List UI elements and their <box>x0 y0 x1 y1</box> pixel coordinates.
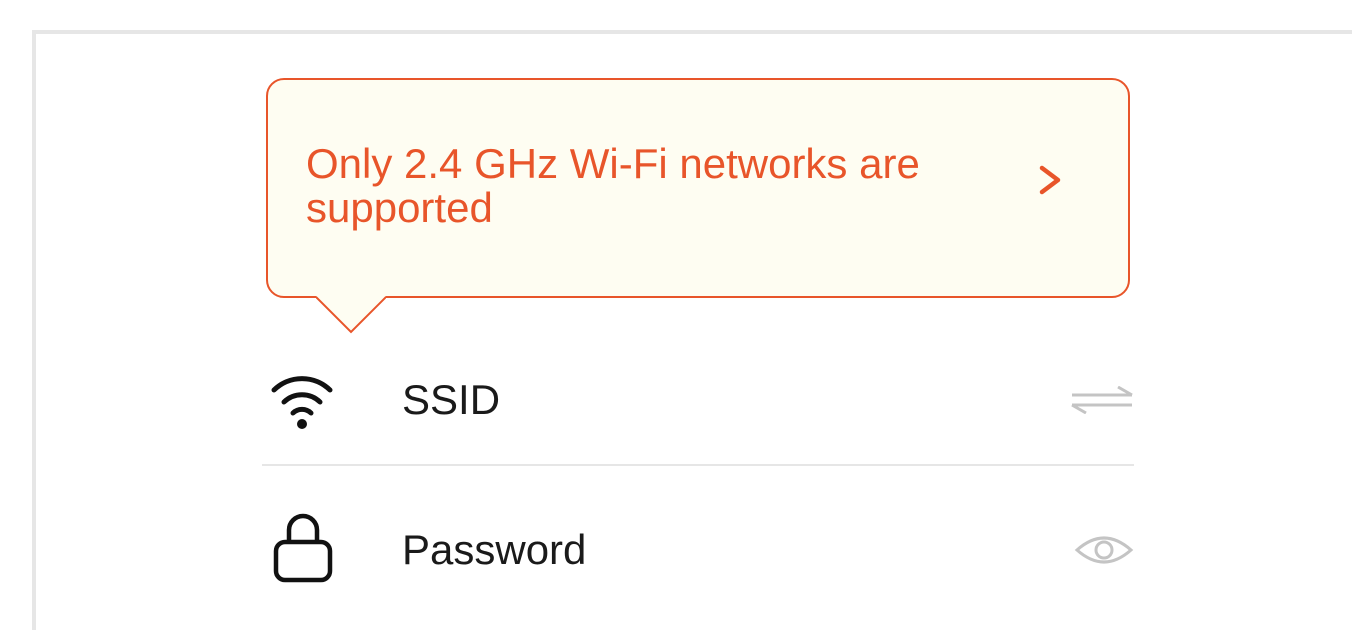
password-label: Password <box>402 526 587 573</box>
chevron-right-icon[interactable] <box>1036 162 1064 198</box>
ssid-row[interactable]: SSID <box>262 348 1134 448</box>
swap-icon[interactable] <box>1070 386 1134 414</box>
tooltip-tail <box>316 296 386 334</box>
wifi-icon <box>271 376 333 429</box>
tooltip-message: Only 2.4 GHz Wi-Fi networks are supporte… <box>306 140 920 231</box>
lock-icon <box>273 513 333 583</box>
eye-icon[interactable] <box>1074 534 1134 566</box>
ssid-label: SSID <box>402 376 501 423</box>
password-row[interactable]: Password <box>262 498 1134 598</box>
divider <box>262 464 1134 466</box>
network-warning-tooltip[interactable]: Only 2.4 GHz Wi-Fi networks are supporte… <box>266 78 1130 298</box>
